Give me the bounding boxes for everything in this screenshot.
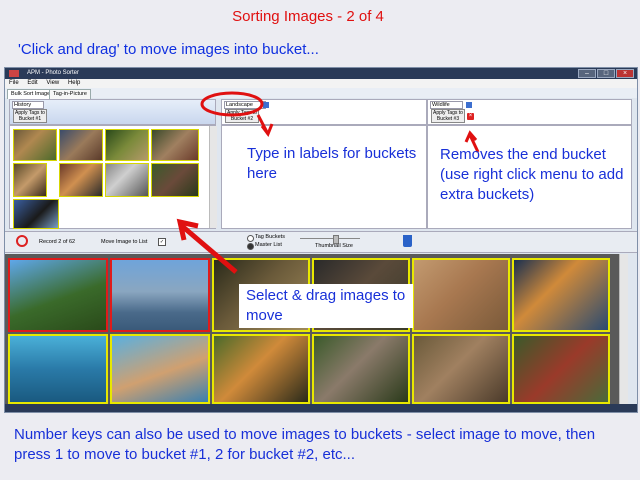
remove-bucket-note: Removes the end bucket (use right click … [440,146,624,203]
highlight-circle [200,91,264,117]
bottom-instructions: Number keys can also be used to move ima… [14,426,596,463]
labels-note: Type in labels for buckets here [247,145,417,182]
drag-arrow [180,224,238,274]
annotation-overlay [176,91,480,274]
drag-note: Select & drag images to move [239,284,413,328]
